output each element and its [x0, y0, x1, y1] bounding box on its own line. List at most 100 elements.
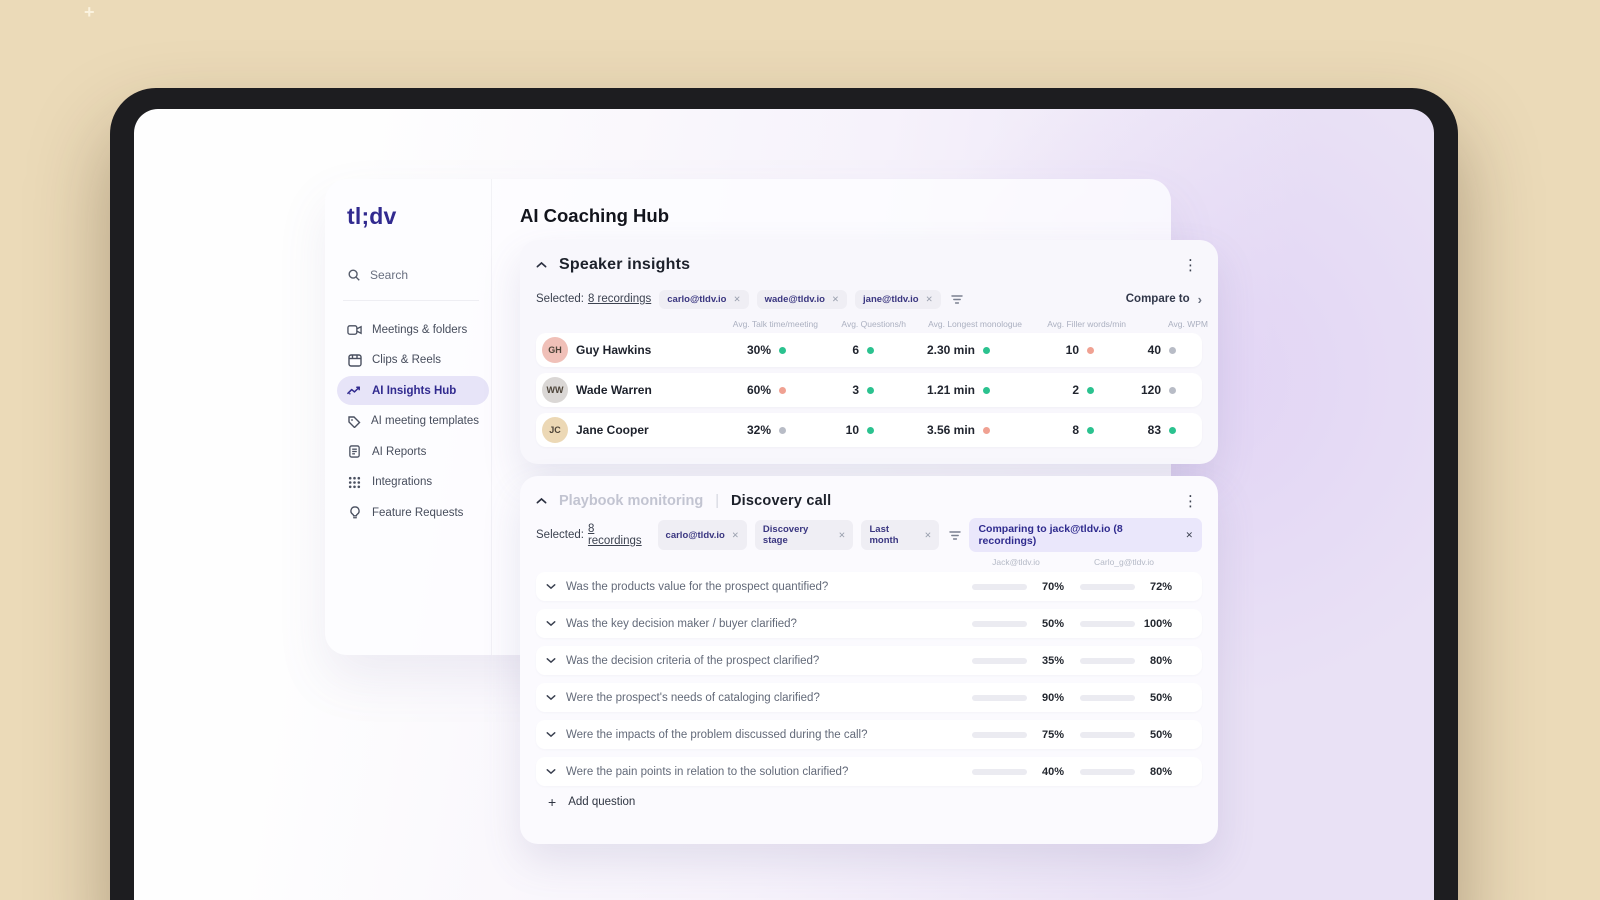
metric-cell: 30% [674, 343, 786, 357]
score-group: 50% [1076, 729, 1172, 741]
question-row[interactable]: Were the pain points in relation to the … [536, 757, 1202, 786]
speaker-row-guy-hawkins[interactable]: GH Guy Hawkins 30% 6 2.30 min 10 40 [536, 333, 1202, 367]
chevron-down-icon[interactable] [546, 657, 556, 664]
collapse-chevron-up-icon[interactable] [536, 497, 547, 505]
close-icon[interactable]: ✕ [924, 530, 931, 541]
question-row[interactable]: Were the prospect's needs of cataloging … [536, 683, 1202, 712]
progress-track [1080, 657, 1135, 664]
close-icon[interactable]: ✕ [832, 294, 839, 305]
metric-value: 2 [1072, 383, 1079, 397]
metric-cell: 1.21 min [874, 383, 990, 397]
speaker-filter-chips: carlo@tldv.io ✕ wade@tldv.io ✕ jane@tldv.io ✕ [659, 289, 941, 309]
progress-track [1080, 694, 1135, 701]
speaker-column-headers: Avg. Talk time/meeting Avg. Questions/h … [706, 319, 1208, 329]
kebab-menu-icon[interactable]: ⋮ [1179, 256, 1202, 275]
metric-cell: 120 [1094, 383, 1176, 397]
column-header: Carlo_g@tldv.io [1094, 557, 1154, 567]
progress-track [1080, 620, 1135, 627]
chevron-down-icon[interactable] [546, 768, 556, 775]
close-icon[interactable]: ✕ [734, 294, 741, 305]
selected-count-link[interactable]: 8 recordings [588, 293, 651, 305]
question-text: Were the prospect's needs of cataloging … [566, 691, 820, 704]
progress-percent: 75% [1041, 728, 1064, 741]
close-icon[interactable]: ✕ [732, 530, 739, 541]
score-group: 90% [968, 692, 1064, 704]
card-title: Discovery call [730, 493, 832, 509]
progress-percent: 100% [1143, 617, 1172, 630]
status-dot-good [1087, 426, 1094, 434]
metric-cell: 10 [990, 343, 1094, 357]
comparing-label: Comparing to jack@tldv.io (8 recordings) [978, 523, 1123, 547]
sidebar-item-meetings-folders[interactable]: Meetings & folders [337, 315, 489, 344]
metric-cell: 2.30 min [874, 343, 990, 357]
avatar: JC [542, 417, 568, 443]
progress-percent: 50% [1149, 691, 1172, 704]
chevron-down-icon[interactable] [546, 620, 556, 627]
collapse-chevron-up-icon[interactable] [536, 261, 547, 269]
selected-label: Selected: [536, 529, 584, 541]
chip-label: Discovery stage [762, 524, 809, 546]
progress-percent: 50% [1149, 728, 1172, 741]
question-row[interactable]: Was the products value for the prospect … [536, 572, 1202, 601]
status-dot-neutral [779, 426, 786, 434]
card-title: Speaker insights [559, 256, 691, 273]
speaker-row-wade-warren[interactable]: WW Wade Warren 60% 3 1.21 min 2 120 [536, 373, 1202, 407]
sidebar-item-ai-meeting-templates[interactable]: AI meeting templates [337, 407, 489, 436]
report-icon [347, 445, 362, 458]
close-icon[interactable]: ✕ [1185, 530, 1193, 541]
speaker-chip-carlo-tldv-io[interactable]: carlo@tldv.io ✕ [659, 289, 749, 309]
progress-percent: 80% [1149, 765, 1172, 778]
selected-count-link[interactable]: 8 recordings [588, 523, 650, 547]
playbook-filter-chips: carlo@tldv.io ✕ Discovery stage ✕ Last month… [657, 520, 940, 550]
sidebar-item-integrations[interactable]: Integrations [337, 468, 489, 497]
chevron-down-icon[interactable] [546, 694, 556, 701]
filter-icon[interactable] [951, 294, 963, 305]
app-screen: tl;dv Search Meetings & folders Clips & R… [134, 109, 1434, 900]
playbook-chip-last-month[interactable]: Last month ✕ [861, 520, 940, 550]
laptop-frame: tl;dv Search Meetings & folders Clips & R… [110, 88, 1458, 900]
kebab-menu-icon[interactable]: ⋮ [1179, 492, 1202, 511]
sidebar-item-feature-requests[interactable]: Feature Requests [337, 498, 489, 527]
page-title: AI Coaching Hub [520, 205, 670, 226]
search-button[interactable]: Search [347, 268, 479, 282]
progress-track [972, 583, 1027, 590]
close-icon[interactable]: ✕ [926, 294, 933, 305]
speaker-chip-jane-tldv-io[interactable]: jane@tldv.io ✕ [855, 289, 941, 309]
column-header: Avg. Talk time/meeting [732, 319, 818, 329]
video-camera-icon [347, 324, 362, 336]
sidebar-item-clips-reels[interactable]: Clips & Reels [337, 346, 489, 375]
question-text: Was the key decision maker / buyer clari… [566, 617, 797, 630]
app-logo: tl;dv [347, 203, 397, 229]
question-row[interactable]: Were the impacts of the problem discusse… [536, 720, 1202, 749]
page-background: + tl;dv Search Meetings & foldersClips [0, 0, 1600, 900]
speaker-chip-wade-tldv-io[interactable]: wade@tldv.io ✕ [756, 289, 848, 309]
add-question-button[interactable]: + Add question [536, 794, 1202, 810]
question-row[interactable]: Was the decision criteria of the prospec… [536, 646, 1202, 675]
column-header: Avg. Filler words/min [1047, 319, 1126, 329]
metric-cell: 8 [990, 423, 1094, 437]
tag-icon [347, 415, 361, 428]
sidebar-item-ai-insights-hub[interactable]: AI Insights Hub [337, 376, 489, 405]
playbook-chip-discovery-stage[interactable]: Discovery stage ✕ [754, 520, 854, 550]
score-group: 50% [1076, 692, 1172, 704]
metric-cell: 6 [786, 343, 874, 357]
progress-percent: 90% [1041, 691, 1064, 704]
playbook-chip-carlo-tldv-io[interactable]: carlo@tldv.io ✕ [657, 520, 747, 550]
close-icon[interactable]: ✕ [838, 530, 845, 541]
selected-label: Selected: [536, 293, 584, 305]
chevron-down-icon[interactable] [546, 731, 556, 738]
metric-value: 120 [1140, 383, 1161, 397]
chevron-down-icon[interactable] [546, 583, 556, 590]
progress-track [1080, 731, 1135, 738]
chip-label: carlo@tldv.io [665, 529, 725, 541]
metric-value: 10 [845, 423, 859, 437]
speaker-row-jane-cooper[interactable]: JC Jane Cooper 32% 10 3.56 min 8 83 [536, 413, 1202, 447]
filter-icon[interactable] [949, 530, 962, 541]
speaker-name: Wade Warren [576, 383, 652, 397]
title-separator: | [715, 493, 719, 509]
sidebar-item-ai-reports[interactable]: AI Reports [337, 437, 489, 466]
comparing-badge[interactable]: Comparing to jack@tldv.io (8 recordings)… [969, 518, 1202, 552]
speaker-insights-card: Speaker insights ⋮ Selected: 8 recording… [520, 240, 1218, 464]
compare-to-button[interactable]: Compare to › [1126, 292, 1202, 307]
question-row[interactable]: Was the key decision maker / buyer clari… [536, 609, 1202, 638]
